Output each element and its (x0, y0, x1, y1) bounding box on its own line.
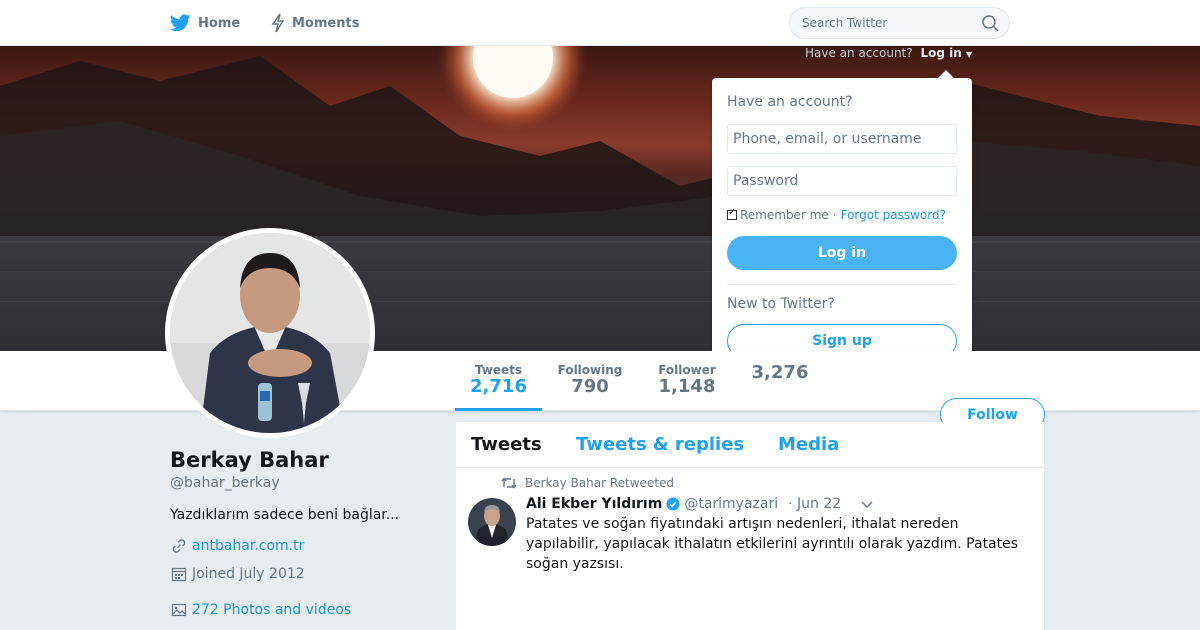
nav-home-label: Home (198, 15, 241, 31)
twitter-bird-icon (170, 14, 191, 32)
tweet-author-avatar[interactable] (468, 498, 516, 546)
search-input[interactable] (802, 8, 972, 38)
login-dropdown-toggle[interactable]: Log in ▼ (920, 46, 972, 60)
login-link-label: Log in (920, 46, 962, 60)
author-avatar-image (468, 498, 516, 546)
nav-moments[interactable]: Moments (271, 0, 359, 46)
account-prompt-text: Have an account? (805, 46, 913, 60)
remember-label: Remember me (740, 208, 829, 222)
tab-tweets[interactable]: Tweets (471, 434, 542, 455)
tweet-author-handle[interactable]: @tarimyazari (684, 496, 778, 512)
stat-followers[interactable]: Follower 1,148 (646, 351, 728, 411)
stat-tweets[interactable]: Tweets 2,716 (455, 351, 542, 411)
moments-icon (271, 13, 285, 33)
tweet-text: Patates ve soğan fiyatındaki artışın ned… (526, 516, 1019, 572)
search-box (789, 7, 1010, 39)
retweet-icon (501, 477, 517, 489)
tab-tweets-and-replies[interactable]: Tweets & replies (576, 434, 744, 455)
photos-icon (171, 603, 187, 617)
remember-checkbox[interactable] (727, 207, 737, 220)
profile-bio: Yazdıklarım sadece beni bağlar... (170, 507, 400, 523)
profile-photos-row: 272 Photos and videos (171, 602, 351, 618)
account-prompt: Have an account? Log in ▼ (805, 46, 972, 60)
tab-media[interactable]: Media (778, 434, 839, 455)
login-button[interactable]: Log in (727, 236, 957, 270)
nav-moments-label: Moments (292, 15, 360, 31)
stat-label: Follower (658, 363, 716, 377)
profile-website-link[interactable]: antbahar.com.tr (192, 538, 304, 554)
avatar-photo (170, 233, 370, 433)
divider (727, 284, 957, 285)
login-dropdown: Have an account? Remember me · Forgot pa… (712, 70, 972, 378)
profile-photos-link[interactable]: 272 Photos and videos (192, 602, 351, 618)
avatar[interactable] (165, 228, 375, 438)
top-navigation-bar: Home Moments (0, 0, 1200, 46)
login-heading: Have an account? (727, 94, 853, 110)
tweet-author-name[interactable]: Ali Ekber Yıldırım (526, 496, 662, 512)
stat-label: Tweets (474, 363, 523, 377)
tweet-header: Ali Ekber Yıldırım @tarimyazari · Jun 22 (526, 496, 841, 512)
profile-joined-row: Joined July 2012 (171, 566, 305, 582)
profile-joined: Joined July 2012 (192, 566, 305, 582)
stat-following[interactable]: Following 790 (550, 351, 630, 411)
verified-icon (666, 497, 680, 511)
profile-website-row: antbahar.com.tr (171, 538, 304, 554)
search-icon[interactable] (982, 15, 999, 32)
stat-value: 1,148 (658, 376, 716, 397)
stat-value: 3,276 (751, 362, 809, 383)
nav-home[interactable]: Home (170, 0, 240, 46)
forgot-password-link[interactable]: Forgot password? (841, 208, 946, 222)
separator: · (832, 208, 837, 222)
stat-likes[interactable]: 3,276 (740, 351, 820, 411)
timeline-tabs: Tweets Tweets & replies Media (456, 422, 1044, 468)
username-field[interactable] (727, 124, 957, 154)
link-icon (172, 539, 186, 553)
caret-down-icon: ▼ (965, 50, 973, 59)
new-to-twitter-heading: New to Twitter? (727, 296, 835, 312)
tweet-timestamp[interactable]: · Jun 22 (788, 496, 841, 512)
remember-row: Remember me · Forgot password? (727, 207, 946, 222)
profile-name[interactable]: Berkay Bahar (170, 448, 329, 472)
retweet-context: Berkay Bahar Retweeted (501, 476, 674, 490)
calendar-icon (171, 567, 187, 582)
chevron-down-icon[interactable] (860, 500, 874, 510)
timeline: Tweets Tweets & replies Media Berkay Bah… (456, 422, 1044, 630)
retweet-label[interactable]: Berkay Bahar Retweeted (525, 476, 674, 490)
profile-handle[interactable]: @bahar_berkay (170, 475, 280, 491)
stat-value: 790 (571, 376, 609, 397)
stat-value: 2,716 (470, 376, 527, 397)
stat-label: Following (557, 363, 623, 377)
password-field[interactable] (727, 166, 957, 196)
